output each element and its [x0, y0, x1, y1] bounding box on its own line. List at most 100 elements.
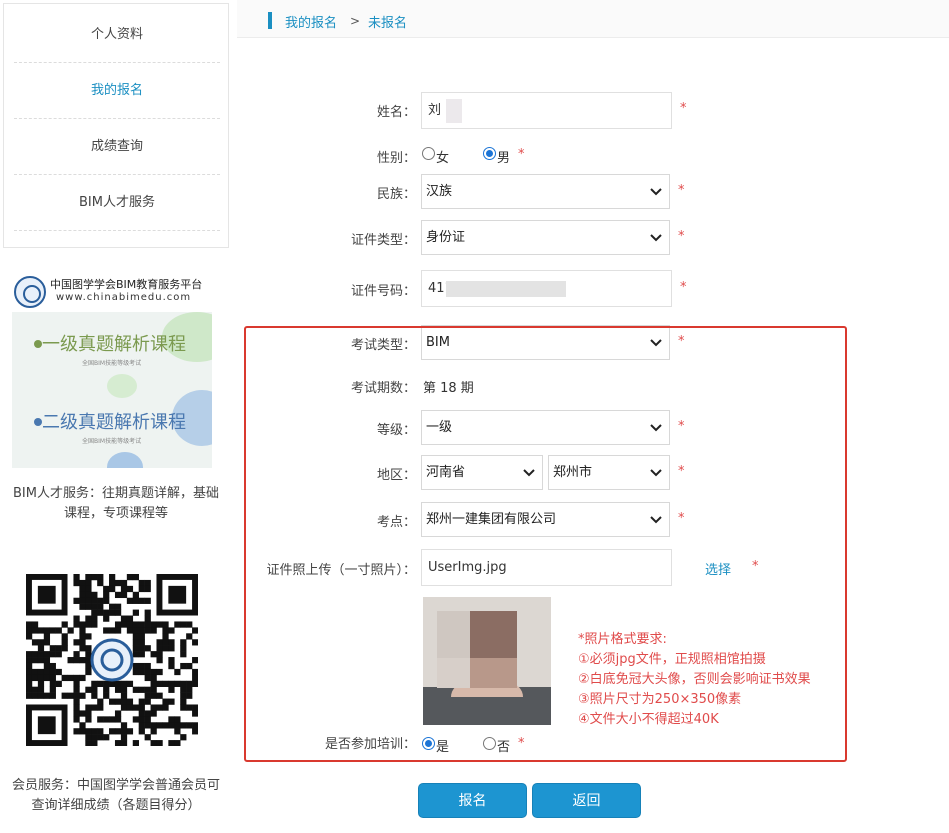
chevron-down-icon [650, 424, 662, 432]
photo-upload-label: 证件照上传（一寸照片）： [266, 563, 416, 578]
bullet-dot [34, 418, 42, 426]
promo-description: BIM人才服务：往期真题详解，基础课程，专项课程等 [13, 486, 219, 521]
chevron-down-icon [650, 469, 662, 477]
exam-site-select[interactable]: 郑州一建集团有限公司 [421, 502, 670, 537]
gender-male-label: 男 [497, 151, 511, 166]
submit-registration-button[interactable]: 报名 [418, 783, 527, 818]
photo-filename-value: UserImg.jpg [428, 560, 507, 575]
promo-course-sub: 全国BIM技能等级考试 [82, 360, 142, 367]
id-number-label: 证件号码： [350, 284, 416, 299]
photo-pixelation [470, 611, 517, 658]
training-no-label: 否 [497, 740, 511, 755]
gender-male-radio[interactable] [483, 147, 496, 160]
chevron-down-icon [650, 516, 662, 524]
promo-org-name: 中国图学学会BIM教育服务平台 [50, 278, 203, 291]
required-mark: * [752, 559, 759, 574]
promo-course-1: 一级真题解析课程 [42, 334, 186, 355]
required-mark: * [680, 280, 687, 295]
photo-requirements: *照片格式要求: ①必须jpg文件，正规照相馆拍摄 ②白底免冠大头像，否则会影响… [578, 630, 811, 730]
sidebar-item-score-query[interactable]: 成绩查询 [14, 119, 220, 175]
required-mark: * [678, 464, 685, 479]
name-value: 刘 [428, 103, 442, 118]
training-label: 是否参加培训： [324, 737, 416, 752]
required-mark: * [680, 101, 687, 116]
ethnicity-label: 民族： [376, 187, 416, 202]
ethnicity-select[interactable]: 汉族 [421, 174, 670, 209]
breadcrumb-my-registration[interactable]: 我的报名 [285, 12, 337, 31]
required-mark: * [678, 229, 685, 244]
province-value: 河南省 [426, 465, 466, 480]
org-logo-icon [14, 276, 46, 308]
promo-header: 中国图学学会BIM教育服务平台 www.chinabimedu.com [12, 268, 212, 312]
sidebar-menu: 个人资料 我的报名 成绩查询 BIM人才服务 [3, 3, 229, 248]
exam-site-label: 考点： [376, 515, 416, 530]
chevron-down-icon [650, 234, 662, 242]
name-input[interactable]: 刘 [421, 92, 672, 129]
region-label: 地区： [376, 468, 416, 483]
required-mark: * [678, 419, 685, 434]
gender-label: 性别： [376, 151, 416, 166]
photo-filename-input[interactable]: UserImg.jpg [421, 549, 672, 586]
promo-body: 一级真题解析课程 全国BIM技能等级考试 二级真题解析课程 全国BIM技能等级考… [12, 312, 212, 468]
exam-period-label: 考试期数： [350, 381, 416, 396]
exam-type-label: 考试类型： [350, 338, 416, 353]
photo-preview [423, 597, 551, 725]
promo-course-sub: 全国BIM技能等级考试 [82, 438, 142, 445]
redaction-blur [446, 281, 566, 297]
id-type-label: 证件类型： [350, 233, 416, 248]
decor-circle [107, 374, 137, 398]
promo-banner[interactable]: 中国图学学会BIM教育服务平台 www.chinabimedu.com 一级真题… [12, 268, 212, 468]
city-value: 郑州市 [553, 465, 593, 480]
photo-pixelation [437, 611, 470, 658]
required-mark: * [678, 183, 685, 198]
exam-site-value: 郑州一建集团有限公司 [426, 512, 557, 527]
back-button[interactable]: 返回 [532, 783, 641, 818]
training-no-radio[interactable] [483, 737, 496, 750]
qr-code-icon [26, 574, 198, 746]
sidebar-item-profile[interactable]: 个人资料 [14, 7, 220, 63]
photo-requirement-line: ④文件大小不得超过40K [578, 712, 719, 727]
level-select[interactable]: 一级 [421, 410, 670, 445]
training-yes-radio[interactable] [422, 737, 435, 750]
chevron-down-icon [523, 469, 535, 477]
exam-type-value: BIM [426, 335, 450, 350]
id-number-input[interactable]: 411 [421, 270, 672, 307]
sidebar-item-bim-talent[interactable]: BIM人才服务 [14, 175, 220, 231]
required-mark: * [518, 736, 525, 751]
exam-type-select[interactable]: BIM [421, 325, 670, 360]
photo-requirement-line: ②白底免冠大头像，否则会影响证书效果 [578, 672, 811, 687]
level-value: 一级 [426, 420, 453, 435]
promo-course-2: 二级真题解析课程 [42, 412, 186, 433]
required-mark: * [518, 147, 525, 162]
city-select[interactable]: 郑州市 [548, 455, 670, 490]
bullet-dot [34, 340, 42, 348]
gender-female-radio[interactable] [422, 147, 435, 160]
photo-pixelation [437, 658, 470, 688]
ethnicity-value: 汉族 [426, 184, 453, 199]
breadcrumb-marker [268, 12, 272, 29]
required-mark: * [678, 511, 685, 526]
training-yes-label: 是 [436, 740, 450, 755]
breadcrumb-separator: > [350, 14, 361, 28]
id-type-value: 身份证 [426, 230, 466, 245]
sidebar-item-my-registration[interactable]: 我的报名 [14, 63, 220, 119]
member-service-description: 会员服务：中国图学学会普通会员可查询详细成绩（各题目得分） [11, 778, 220, 813]
id-type-select[interactable]: 身份证 [421, 220, 670, 255]
province-select[interactable]: 河南省 [421, 455, 543, 490]
exam-period-value: 第 18 期 [423, 381, 474, 396]
sidebar: 个人资料 我的报名 成绩查询 BIM人才服务 中国图学学会BIM教育服务平台 w… [0, 0, 232, 833]
required-mark: * [678, 334, 685, 349]
photo-pixelation [470, 658, 517, 688]
photo-requirement-line: ③照片尺寸为250×350像素 [578, 692, 742, 707]
chevron-down-icon [650, 188, 662, 196]
breadcrumb: 我的报名 > 未报名 [237, 0, 949, 38]
level-label: 等级： [376, 423, 416, 438]
breadcrumb-not-registered[interactable]: 未报名 [368, 12, 407, 31]
photo-requirement-line: *照片格式要求: [578, 632, 667, 647]
chevron-down-icon [650, 339, 662, 347]
choose-photo-button[interactable]: 选择 [705, 559, 731, 578]
promo-url: www.chinabimedu.com [56, 292, 192, 303]
decor-circle [107, 452, 143, 468]
photo-requirement-line: ①必须jpg文件，正规照相馆拍摄 [578, 652, 766, 667]
name-label: 姓名： [376, 105, 416, 120]
